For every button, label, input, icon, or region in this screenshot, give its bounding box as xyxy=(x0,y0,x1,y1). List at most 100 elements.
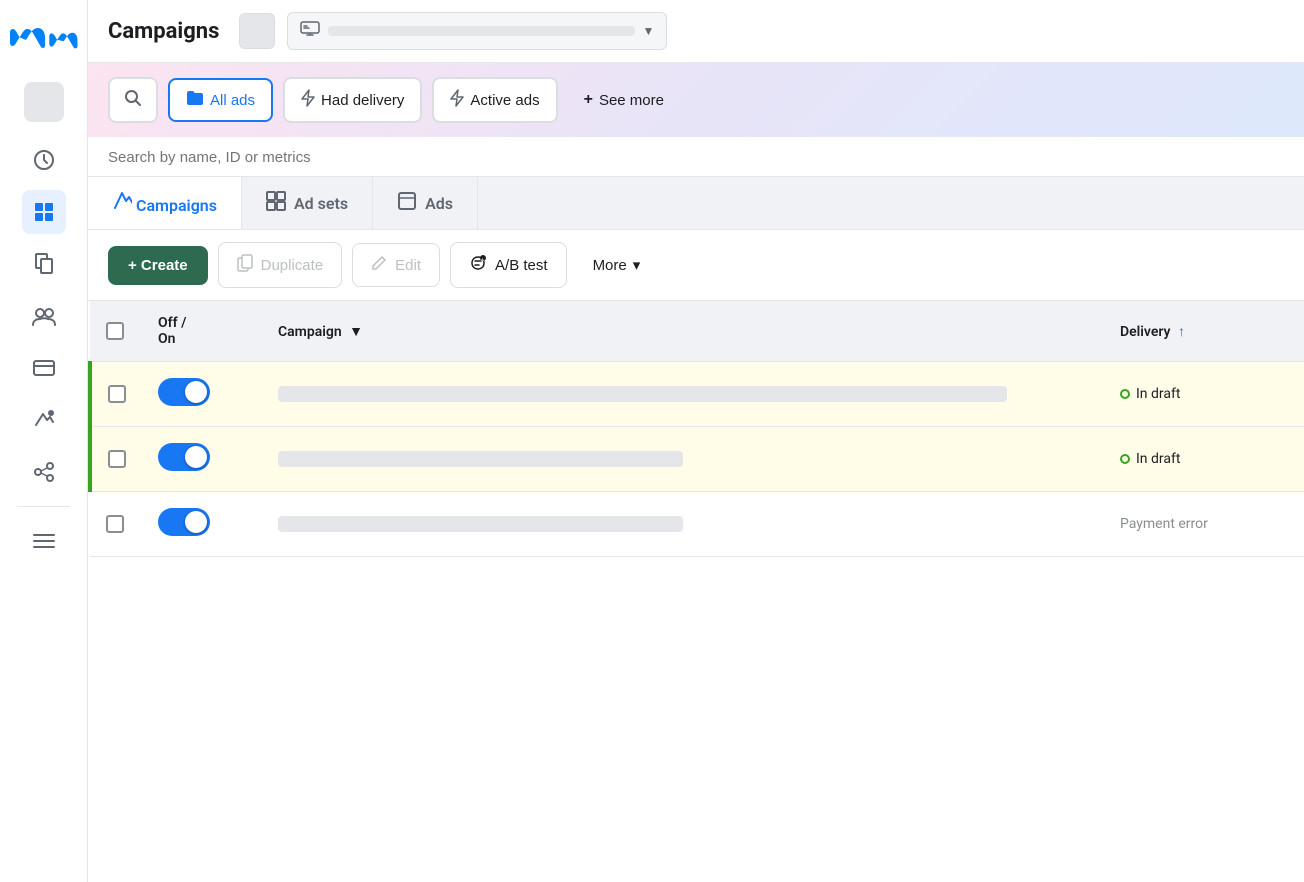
row3-checkbox[interactable] xyxy=(106,515,124,533)
row1-delivery-dot xyxy=(1120,389,1130,399)
row1-toggle[interactable] xyxy=(158,378,210,406)
row3-toggle-cell xyxy=(142,492,262,557)
ab-test-label: A/B test xyxy=(495,257,548,274)
duplicate-button[interactable]: Duplicate xyxy=(218,242,343,288)
toggle-column-label: Off /On xyxy=(158,315,186,347)
ads-tab-label: Ads xyxy=(425,194,453,213)
see-more-btn[interactable]: + See more xyxy=(568,81,680,119)
menu-icon[interactable] xyxy=(22,519,66,563)
row3-toggle-knob xyxy=(185,511,207,533)
all-ads-filter-btn[interactable]: All ads xyxy=(168,78,273,122)
main-content: Campaigns ▼ xyxy=(88,0,1304,882)
campaigns-table: Off /On Campaign ▼ Delivery ↑ xyxy=(88,301,1304,882)
row2-checkbox[interactable] xyxy=(108,450,126,468)
row3-campaign-name xyxy=(278,516,683,532)
edit-button[interactable]: Edit xyxy=(352,243,440,287)
row2-delivery-cell: In draft xyxy=(1104,427,1304,492)
row3-delivery-label: Payment error xyxy=(1120,516,1208,532)
row2-delivery-label: In draft xyxy=(1136,451,1180,467)
row3-toggle[interactable] xyxy=(158,508,210,536)
select-all-checkbox[interactable] xyxy=(106,322,124,340)
row2-campaign-cell xyxy=(262,427,1104,492)
campaign-sort-icon: ▼ xyxy=(349,324,363,340)
active-ads-label: Active ads xyxy=(470,92,539,109)
monitor-icon xyxy=(300,21,320,41)
row2-checkbox-cell xyxy=(90,427,142,492)
documents-icon[interactable] xyxy=(22,242,66,286)
row1-campaign-cell xyxy=(262,362,1104,427)
toolbar: + Create Duplicate Edit xyxy=(88,230,1304,301)
row3-delivery-cell: Payment error xyxy=(1104,492,1304,557)
chevron-down-icon: ▼ xyxy=(643,24,655,38)
campaigns-tab-label: Campaigns xyxy=(136,196,217,215)
tab-ad-sets[interactable]: Ad sets xyxy=(242,177,373,229)
chevron-down-icon: ▾ xyxy=(633,256,641,274)
search-bar xyxy=(88,137,1304,177)
svg-text:A: A xyxy=(481,257,484,262)
dashboard-icon[interactable] xyxy=(22,138,66,182)
campaigns-table-icon[interactable] xyxy=(22,190,66,234)
filter-bar: All ads Had delivery Active ads + See mo… xyxy=(88,63,1304,137)
row1-delivery-cell: In draft xyxy=(1104,362,1304,427)
row2-delivery-status: In draft xyxy=(1120,451,1288,467)
row3-delivery-status: Payment error xyxy=(1120,516,1288,532)
row1-delivery-label: In draft xyxy=(1136,386,1180,402)
header: Campaigns ▼ xyxy=(88,0,1304,63)
tab-ads[interactable]: Ads xyxy=(373,177,478,229)
sidebar-placeholder xyxy=(24,82,64,122)
tab-campaigns[interactable]: Campaigns xyxy=(88,177,242,229)
search-filter-btn[interactable] xyxy=(108,77,158,123)
toggle-header: Off /On xyxy=(142,301,262,362)
lightning-icon-1 xyxy=(301,89,315,111)
graph-icon[interactable] xyxy=(22,450,66,494)
campaign-header[interactable]: Campaign ▼ xyxy=(262,301,1104,362)
more-label: More xyxy=(593,257,627,274)
folder-icon xyxy=(186,90,204,110)
select-all-header xyxy=(90,301,142,362)
sidebar xyxy=(0,0,88,882)
edit-icon xyxy=(371,255,387,275)
more-button[interactable]: More ▾ xyxy=(577,245,657,285)
table-row: In draft xyxy=(90,362,1304,427)
create-button[interactable]: + Create xyxy=(108,246,208,285)
ads-manager-icon[interactable] xyxy=(22,398,66,442)
row1-checkbox-cell xyxy=(90,362,142,427)
active-ads-filter-btn[interactable]: Active ads xyxy=(432,77,557,123)
search-input[interactable] xyxy=(108,149,1284,166)
had-delivery-filter-btn[interactable]: Had delivery xyxy=(283,77,422,123)
header-square-btn[interactable] xyxy=(239,13,275,49)
duplicate-icon xyxy=(237,254,253,276)
dropdown-placeholder-bar xyxy=(328,26,634,36)
create-label: + Create xyxy=(128,257,188,274)
row1-toggle-knob xyxy=(185,381,207,403)
row1-toggle-cell xyxy=(142,362,262,427)
row1-delivery-status: In draft xyxy=(1120,386,1288,402)
row2-toggle[interactable] xyxy=(158,443,210,471)
row2-toggle-cell xyxy=(142,427,262,492)
ad-sets-tab-icon xyxy=(266,191,286,215)
plus-icon: + xyxy=(584,91,593,109)
campaign-column-label: Campaign xyxy=(278,324,342,340)
delivery-header[interactable]: Delivery ↑ xyxy=(1104,301,1304,362)
billing-icon[interactable] xyxy=(22,346,66,390)
audiences-icon[interactable] xyxy=(22,294,66,338)
delivery-sort-icon: ↑ xyxy=(1178,324,1185,340)
see-more-label: See more xyxy=(599,92,664,109)
all-ads-label: All ads xyxy=(210,92,255,109)
ads-tab-icon xyxy=(397,191,417,215)
campaigns-tab-icon xyxy=(112,196,136,215)
table-row: In draft xyxy=(90,427,1304,492)
duplicate-label: Duplicate xyxy=(261,257,324,274)
row2-toggle-knob xyxy=(185,446,207,468)
row3-checkbox-cell xyxy=(90,492,142,557)
header-dropdown[interactable]: ▼ xyxy=(287,12,667,50)
row1-campaign-name xyxy=(278,386,1007,402)
row1-checkbox[interactable] xyxy=(108,385,126,403)
delivery-column-label: Delivery xyxy=(1120,324,1171,340)
edit-label: Edit xyxy=(395,257,421,274)
row2-delivery-dot xyxy=(1120,454,1130,464)
had-delivery-label: Had delivery xyxy=(321,92,404,109)
meta-logo xyxy=(0,16,90,58)
ab-test-icon: A xyxy=(469,254,487,276)
ab-test-button[interactable]: A A/B test xyxy=(450,242,567,288)
